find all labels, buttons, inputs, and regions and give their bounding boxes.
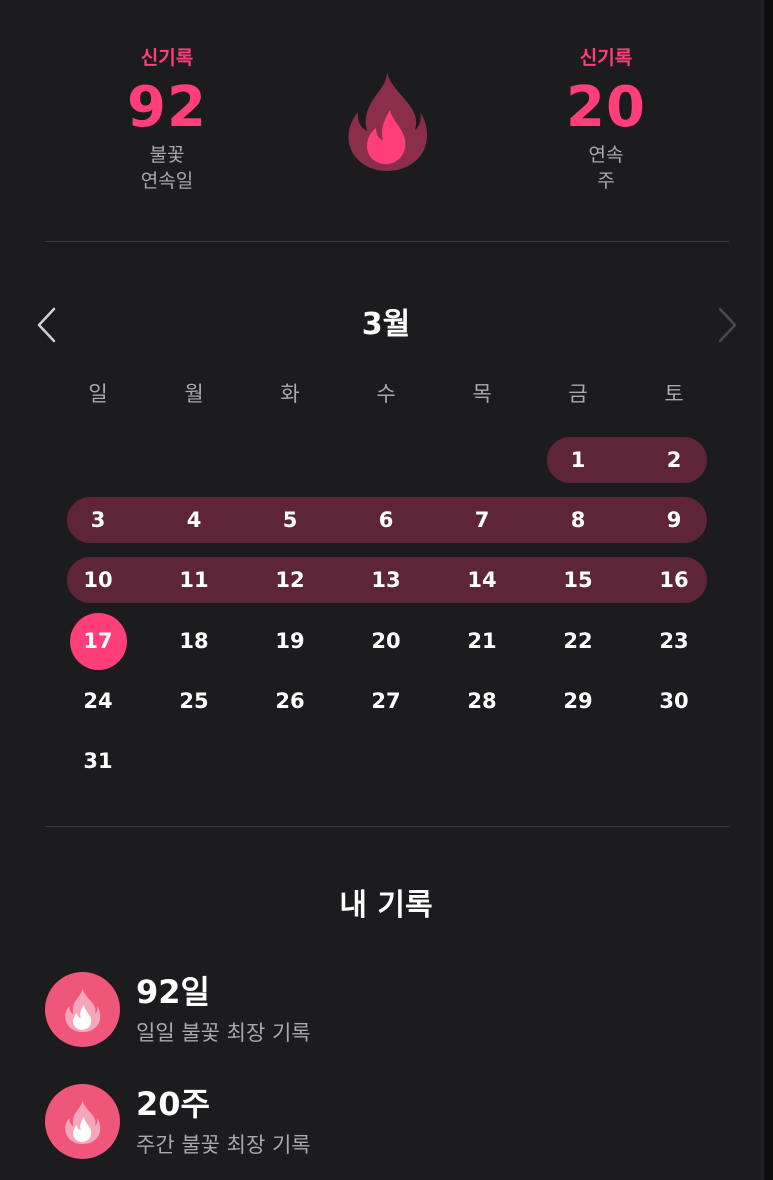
calendar-day[interactable]: 12	[260, 566, 320, 594]
weekly-streak-value: 20	[566, 75, 646, 140]
calendar-day[interactable]: 15	[548, 566, 608, 594]
weekday-fri: 금	[568, 382, 588, 406]
new-record-badge: 신기록	[579, 47, 633, 69]
calendar-day[interactable]: 6	[356, 506, 416, 534]
calendar-day[interactable]: 7	[452, 506, 512, 534]
calendar-day[interactable]: 11	[164, 566, 224, 594]
calendar-day[interactable]: 5	[260, 506, 320, 534]
daily-streak-label-line1: 불꽃	[149, 144, 185, 166]
daily-streak-value: 92	[127, 75, 207, 140]
fire-icon	[65, 1100, 101, 1144]
record-daily-desc: 일일 불꽃 최장 기록	[136, 1021, 311, 1045]
record-fire-badge	[45, 1084, 120, 1159]
divider	[45, 241, 729, 242]
record-daily-value: 92일	[136, 973, 210, 1011]
weekly-streak-label-line1: 연속	[588, 144, 624, 166]
calendar-day[interactable]: 23	[644, 627, 704, 655]
calendar-day[interactable]: 29	[548, 687, 608, 715]
weekday-tue: 화	[280, 382, 300, 406]
record-weekly-value: 20주	[136, 1085, 210, 1123]
fire-icon	[65, 988, 101, 1032]
weekday-wed: 수	[376, 382, 396, 406]
divider	[45, 826, 729, 827]
new-record-badge: 신기록	[140, 47, 194, 69]
chevron-left-icon[interactable]	[34, 306, 58, 344]
calendar-day-today[interactable]: 17	[68, 627, 128, 655]
calendar-day[interactable]: 10	[68, 566, 128, 594]
chevron-right-icon[interactable]	[716, 306, 740, 344]
calendar-day[interactable]: 14	[452, 566, 512, 594]
screen-edge	[762, 0, 773, 1180]
weekday-mon: 월	[184, 382, 204, 406]
calendar-day[interactable]: 13	[356, 566, 416, 594]
calendar-day[interactable]: 27	[356, 687, 416, 715]
calendar-day[interactable]: 25	[164, 687, 224, 715]
calendar-day[interactable]: 26	[260, 687, 320, 715]
calendar-day[interactable]: 4	[164, 506, 224, 534]
daily-streak-stat: 신기록 92 불꽃 연속일	[77, 44, 257, 194]
screen: 신기록 92 불꽃 연속일 신기록 20 연속 주 3월 일 월 화 수 목 금…	[0, 0, 762, 1180]
calendar-day[interactable]: 30	[644, 687, 704, 715]
calendar-day[interactable]: 16	[644, 566, 704, 594]
calendar-day[interactable]: 20	[356, 627, 416, 655]
weekday-sun: 일	[88, 382, 108, 406]
calendar-day[interactable]: 1	[548, 446, 608, 474]
calendar-day[interactable]: 8	[548, 506, 608, 534]
calendar-day[interactable]: 24	[68, 687, 128, 715]
daily-streak-label-line2: 연속일	[140, 170, 194, 192]
weekday-thu: 목	[472, 382, 492, 406]
calendar-day[interactable]: 9	[644, 506, 704, 534]
records-title: 내 기록	[339, 888, 433, 923]
month-title: 3월	[361, 307, 411, 342]
calendar-day[interactable]: 3	[68, 506, 128, 534]
record-fire-badge	[45, 972, 120, 1047]
record-weekly-desc: 주간 불꽃 최장 기록	[136, 1133, 311, 1157]
weekly-streak-stat: 신기록 20 연속 주	[516, 44, 696, 194]
weekly-streak-label-line2: 주	[597, 170, 615, 192]
calendar-day[interactable]: 31	[68, 747, 128, 775]
calendar-day[interactable]: 18	[164, 627, 224, 655]
calendar-day[interactable]: 22	[548, 627, 608, 655]
calendar-day[interactable]: 2	[644, 446, 704, 474]
calendar-day[interactable]: 19	[260, 627, 320, 655]
fire-icon	[348, 72, 428, 171]
calendar-day[interactable]: 21	[452, 627, 512, 655]
calendar-day[interactable]: 28	[452, 687, 512, 715]
weekday-sat: 토	[664, 382, 684, 406]
